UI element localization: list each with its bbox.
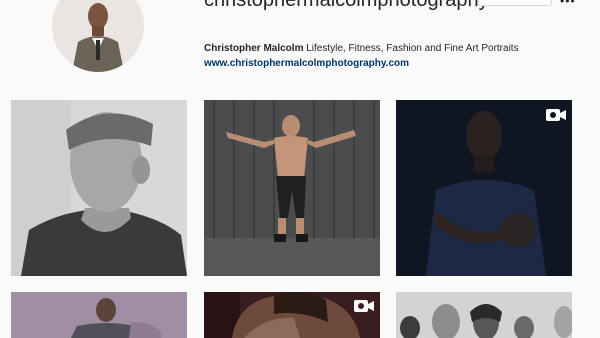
profile-website-link[interactable]: www.christophermalcolmphotography.com (204, 58, 409, 69)
profile-avatar[interactable] (52, 0, 144, 72)
profile-username: christophermalcolmphotography (204, 0, 489, 11)
ellipsis-icon[interactable]: ••• (560, 0, 576, 8)
post-tile[interactable] (11, 100, 187, 276)
post-tile[interactable] (204, 100, 380, 276)
post-tile[interactable] (396, 100, 572, 276)
edit-profile-button[interactable] (478, 0, 552, 6)
profile-bio-text: Lifestyle, Fitness, Fashion and Fine Art… (306, 43, 519, 54)
post-tile[interactable] (11, 292, 187, 338)
profile-name: Christopher Malcolm (204, 43, 304, 54)
profile-bio: Christopher Malcolm Lifestyle, Fitness, … (204, 43, 519, 54)
post-tile[interactable] (204, 292, 380, 338)
post-tile[interactable] (396, 292, 572, 338)
video-camera-icon (546, 109, 566, 121)
video-camera-icon (354, 300, 374, 312)
